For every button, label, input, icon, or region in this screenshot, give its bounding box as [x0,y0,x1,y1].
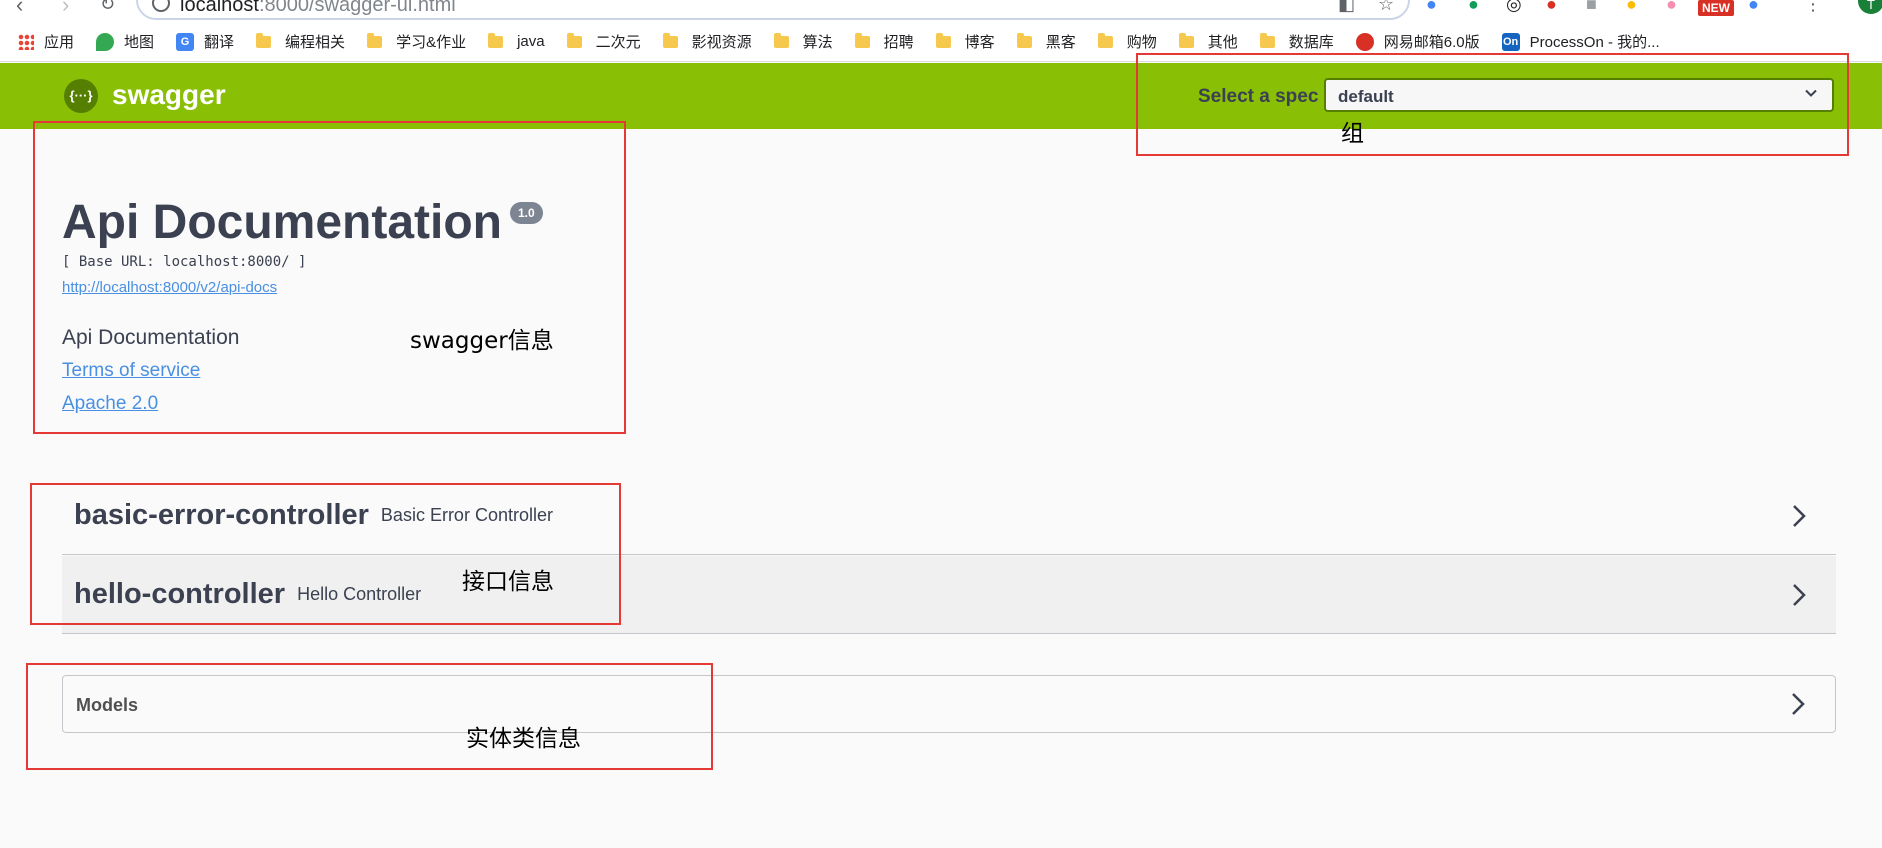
bookmark-folder[interactable]: 学习&作业 [367,31,466,52]
bookmark-folder[interactable]: 二次元 [566,31,641,52]
annotation-box-api-info [30,483,621,625]
maps-pin-icon [96,32,115,51]
bookmark-folder[interactable]: 招聘 [854,31,914,52]
chevron-right-icon[interactable] [1791,692,1805,716]
chevron-right-icon[interactable] [1792,504,1806,528]
swagger-logo-text[interactable]: swagger [112,79,226,111]
folder-icon [367,32,383,48]
bookmark-folder[interactable]: 算法 [773,31,833,52]
bookmark-folder[interactable]: 其他 [1178,31,1238,52]
reload-icon[interactable]: ↻ [100,0,115,15]
address-bar[interactable]: localhost:8000/swagger-ui.html [136,0,1410,20]
url-text: localhost:8000/swagger-ui.html [180,0,456,16]
folder-icon [1016,32,1032,48]
annotation-entity-info: 实体类信息 [466,726,581,752]
bookmark-maps[interactable]: 地图 [96,31,154,52]
extension-icon[interactable]: ● [1468,0,1479,15]
forward-icon[interactable]: › [62,0,69,18]
bookmark-translate[interactable]: G 翻译 [176,31,234,52]
bookmark-folder[interactable]: 编程相关 [256,31,345,52]
extension-icon[interactable]: ● [1666,0,1677,15]
annotation-api-info: 接口信息 [462,569,554,595]
folder-icon [854,32,870,48]
annotation-swagger-info: swagger信息 [410,328,554,354]
folder-icon [488,32,504,48]
new-badge: NEW [1698,0,1734,16]
bookmark-folder[interactable]: 数据库 [1259,31,1334,52]
annotation-box-entity-info [26,663,713,770]
folder-icon [1259,32,1275,48]
netease-mail-icon [1355,32,1374,51]
annotation-group: 组 [1341,121,1364,147]
folder-icon [662,32,678,48]
folder-icon [566,32,582,48]
folder-icon [256,32,272,48]
bookmark-folder[interactable]: java [488,32,545,50]
processon-icon: On [1501,32,1520,51]
chevron-right-icon[interactable] [1792,583,1806,607]
translate-page-icon[interactable]: ◧ [1338,0,1355,15]
bookmark-netease-mail[interactable]: 网易邮箱6.0版 [1355,31,1480,52]
bookmark-processon[interactable]: On ProcessOn - 我的... [1501,31,1660,52]
translate-icon: G [176,32,195,51]
browser-toolbar: ‹ › ↻ localhost:8000/swagger-ui.html ◧ ☆… [0,0,1882,22]
extension-icon[interactable]: ■ [1586,0,1597,15]
bookmark-folder[interactable]: 影视资源 [662,31,752,52]
bookmark-apps[interactable]: 应用 [18,31,74,52]
extension-icon[interactable]: ● [1546,0,1557,15]
apps-icon [18,33,34,50]
annotation-box-group [1136,53,1849,156]
folder-icon [935,32,951,48]
extension-icon[interactable]: ◎ [1506,0,1522,15]
folder-icon [773,32,789,48]
bookmark-folder[interactable]: 博客 [935,31,995,52]
extension-icon[interactable]: ● [1626,0,1637,15]
extension-icon[interactable]: ● [1426,0,1437,15]
site-info-icon[interactable] [152,0,170,12]
bookmark-folder[interactable]: 购物 [1097,31,1157,52]
swagger-logo-icon[interactable]: {···} [64,79,98,113]
star-icon[interactable]: ☆ [1378,0,1394,15]
menu-icon[interactable]: ⋮ [1804,0,1822,15]
bookmark-folder[interactable]: 黑客 [1016,31,1076,52]
google-icon[interactable]: ● [1748,0,1759,15]
folder-icon [1178,32,1194,48]
folder-icon [1097,32,1113,48]
annotation-box-swagger-info [33,121,626,434]
back-icon[interactable]: ‹ [16,0,23,18]
avatar[interactable]: T [1858,0,1882,14]
